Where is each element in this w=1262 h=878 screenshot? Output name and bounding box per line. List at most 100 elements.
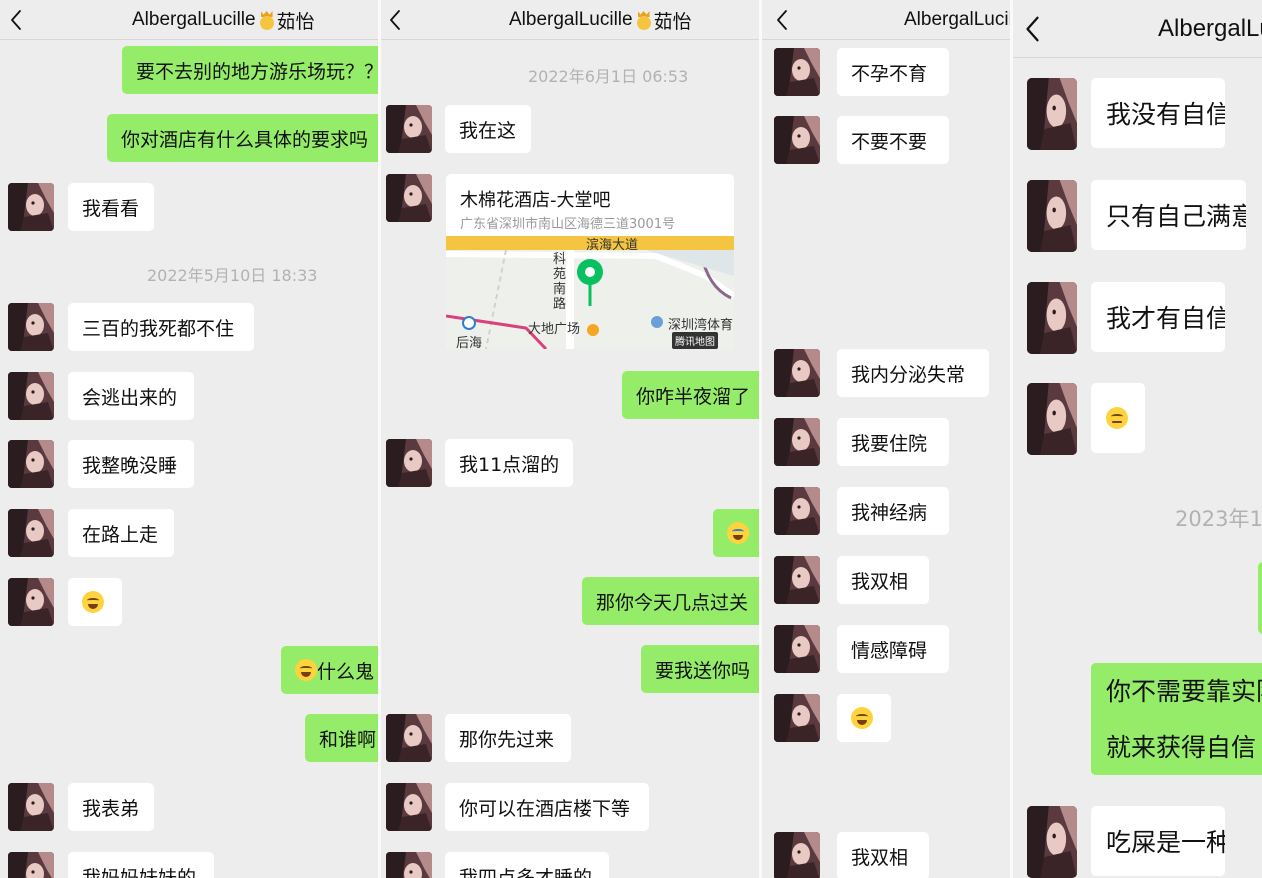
message-text: 要我送你吗 — [655, 659, 751, 682]
message-bubble-received[interactable] — [837, 694, 891, 742]
avatar[interactable] — [8, 783, 54, 831]
message-bubble-sent[interactable]: 你咋半夜溜了 — [622, 371, 759, 419]
message-bubble-sent[interactable]: 和谁啊 — [305, 714, 378, 762]
message-bubble-sent[interactable] — [1258, 562, 1262, 634]
message-text: 我看看 — [82, 197, 140, 220]
message-text: 我双相 — [851, 570, 909, 593]
message-bubble-received[interactable]: 那你先过来 — [445, 714, 571, 762]
avatar[interactable] — [1027, 282, 1077, 354]
avatar[interactable] — [774, 694, 820, 742]
message-bubble-received[interactable]: 不要不要 — [837, 116, 949, 164]
message-bubble-received[interactable]: 我11点溜的 — [445, 439, 573, 487]
avatar[interactable] — [1027, 180, 1077, 252]
avatar[interactable] — [1027, 383, 1077, 455]
avatar[interactable] — [386, 105, 432, 153]
message-bubble-received[interactable] — [68, 578, 122, 626]
back-button[interactable] — [10, 0, 40, 40]
avatar[interactable] — [774, 625, 820, 673]
message-bubble-sent[interactable]: 就来获得自信 — [1091, 719, 1262, 775]
avatar[interactable] — [386, 439, 432, 487]
message-text: 我表弟 — [82, 797, 140, 820]
contact-name: AlbergalLucille — [132, 9, 256, 30]
crown-emoji — [259, 10, 275, 30]
message-bubble-received[interactable]: 我神经病 — [837, 487, 949, 535]
message-bubble-received[interactable]: 我妈妈妹妹的 — [68, 852, 214, 878]
avatar[interactable] — [774, 48, 820, 96]
map-view[interactable]: 滨海大道 大地广场 深圳湾体育 后海 科苑南路 腾讯地图 — [446, 236, 734, 349]
chat-title: AlbergalLucille — [1158, 0, 1262, 58]
avatar[interactable] — [386, 714, 432, 762]
message-bubble-received[interactable]: 我整晚没睡 — [68, 440, 194, 488]
chat-header: AlbergalLucille — [762, 0, 1012, 40]
avatar[interactable] — [8, 440, 54, 488]
message-text: 不孕不育 — [851, 62, 928, 85]
message-bubble-received[interactable]: 我才有自信 — [1091, 282, 1225, 352]
message-bubble-received[interactable]: 在路上走 — [68, 509, 174, 557]
chat-header: AlbergalLucille 茹怡 — [0, 0, 378, 40]
avatar[interactable] — [1027, 78, 1077, 150]
message-text: 你不需要靠实际的 — [1106, 677, 1262, 706]
chat-panel-1: AlbergalLucille 茹怡要不去别的地方游乐场玩？？ 你对酒店有什么具体的… — [0, 0, 378, 878]
back-button[interactable] — [776, 0, 806, 40]
message-bubble-received[interactable]: 我双相 — [837, 832, 929, 878]
avatar[interactable] — [8, 303, 54, 351]
back-button[interactable] — [389, 0, 419, 40]
message-text: 我11点溜的 — [459, 453, 560, 476]
tired-laugh-emoji — [851, 707, 873, 729]
message-text: 我神经病 — [851, 501, 928, 524]
chat-title: AlbergalLucille — [904, 0, 1012, 40]
message-bubble-sent[interactable]: 那你今天几点过关 — [582, 577, 759, 625]
chat-header: AlbergalLucille 茹怡 — [381, 0, 759, 40]
message-bubble-received[interactable]: 我要住院 — [837, 418, 949, 466]
avatar[interactable] — [774, 418, 820, 466]
avatar[interactable] — [8, 509, 54, 557]
location-card[interactable]: 木棉花酒店-大堂吧 广东省深圳市南山区海德三道3001号 滨海大道 大地广场 深圳湾体育… — [446, 174, 734, 349]
message-bubble-received[interactable]: 我表弟 — [68, 783, 154, 831]
avatar[interactable] — [774, 116, 820, 164]
message-bubble-received[interactable]: 我没有自信 — [1091, 78, 1225, 148]
message-bubble-received[interactable] — [1091, 383, 1145, 453]
avatar[interactable] — [1027, 806, 1077, 878]
chat-header: AlbergalLucille — [1013, 0, 1262, 58]
avatar[interactable] — [774, 832, 820, 878]
message-bubble-sent[interactable]: 你对酒店有什么具体的要求吗 — [107, 114, 378, 162]
message-text: 我在这 — [459, 119, 517, 142]
message-text: 我双相 — [851, 846, 909, 869]
rofl-emoji — [295, 659, 317, 681]
avatar[interactable] — [386, 852, 432, 878]
message-bubble-received[interactable]: 不孕不育 — [837, 48, 949, 96]
message-bubble-received[interactable]: 只有自己满意 — [1091, 180, 1246, 250]
avatar[interactable] — [386, 174, 432, 222]
avatar[interactable] — [774, 556, 820, 604]
message-text: 你对酒店有什么具体的要求吗 — [121, 128, 369, 151]
message-text: 在路上走 — [82, 523, 159, 546]
message-bubble-sent[interactable]: 要不去别的地方游乐场玩？？ — [122, 46, 378, 94]
message-bubble-received[interactable]: 情感障碍 — [837, 625, 949, 673]
map-label: 大地广场 — [528, 322, 581, 337]
message-bubble-received[interactable]: 我在这 — [445, 105, 531, 153]
message-bubble-received[interactable]: 我双相 — [837, 556, 929, 604]
message-bubble-received[interactable]: 三百的我死都不住 — [68, 303, 254, 351]
avatar[interactable] — [8, 852, 54, 878]
message-bubble-sent[interactable]: 要我送你吗 — [641, 645, 759, 693]
avatar[interactable] — [386, 783, 432, 831]
message-bubble-sent[interactable]: 什么鬼 — [281, 646, 378, 694]
pensive-emoji — [1106, 407, 1128, 429]
message-bubble-received[interactable]: 吃屎是一种 — [1091, 806, 1225, 876]
back-button[interactable] — [1025, 0, 1055, 58]
message-bubble-received[interactable]: 你可以在酒店楼下等 — [445, 783, 649, 831]
message-text: 你咋半夜溜了 — [636, 385, 751, 408]
message-bubble-received[interactable]: 我看看 — [68, 183, 154, 231]
avatar[interactable] — [774, 487, 820, 535]
avatar[interactable] — [8, 578, 54, 626]
avatar[interactable] — [774, 349, 820, 397]
message-bubble-sent[interactable]: 你不需要靠实际的 — [1091, 663, 1262, 719]
message-bubble-received[interactable]: 我内分泌失常 — [837, 349, 989, 397]
laugh-cry-emoji — [82, 591, 104, 613]
avatar[interactable] — [8, 372, 54, 420]
message-bubble-received[interactable]: 我四点多才睡的 — [445, 852, 609, 878]
message-bubble-sent[interactable] — [713, 509, 759, 557]
location-address: 广东省深圳市南山区海德三道3001号 — [460, 217, 676, 232]
avatar[interactable] — [8, 183, 54, 231]
message-bubble-received[interactable]: 会逃出来的 — [68, 372, 194, 420]
